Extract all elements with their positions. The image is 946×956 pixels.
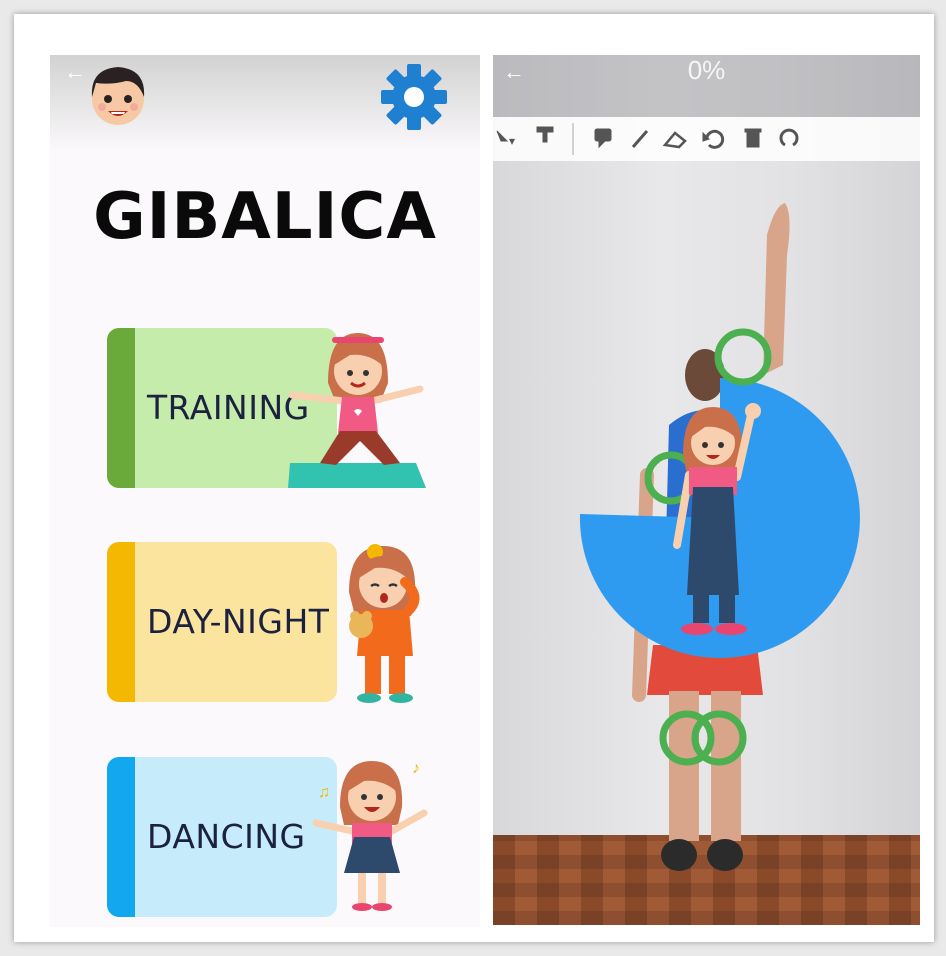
dancing-button[interactable]: DANCING [107,757,337,917]
eraser-icon[interactable] [662,131,687,149]
svg-text:♪: ♪ [412,760,420,777]
dancing-label: DANCING [147,817,306,856]
stamp-icon[interactable] [536,126,554,143]
trash-icon[interactable] [744,128,762,148]
progress-percent: 0% [687,55,726,85]
svg-text:▾: ▾ [509,134,515,148]
gear-icon[interactable] [380,63,448,131]
pose-marker-head [714,328,772,386]
annotation-toolbar: ▾ [493,117,920,161]
home-screen: ← GIBALICA TRAINING DAY-NIGHT DANCING ♫ … [50,55,480,927]
exercise-screen: ▾ ← 0% [493,55,920,925]
dancing-girl-icon: ♫ ♪ [312,760,428,911]
comment-icon[interactable] [594,128,612,149]
progress-arc [579,328,860,766]
card-stripe [107,328,135,488]
card-stripe [107,542,135,702]
pen-icon[interactable] [631,130,649,148]
training-label: TRAINING [147,388,310,427]
undo-icon[interactable] [702,129,725,149]
pointer-icon[interactable]: ▾ [496,130,515,148]
day-night-label: DAY-NIGHT [147,602,330,641]
redo-icon[interactable] [779,128,799,147]
boy-avatar-icon[interactable] [82,59,154,131]
svg-text:♫: ♫ [318,784,330,801]
pose-marker-right-knee [691,710,747,766]
app-title: GIBALICA [93,180,437,254]
card-stripe [107,757,135,917]
day-night-button[interactable]: DAY-NIGHT [107,542,337,702]
sleepy-girl-icon [349,544,420,703]
girl-yoga-icon [288,333,426,488]
